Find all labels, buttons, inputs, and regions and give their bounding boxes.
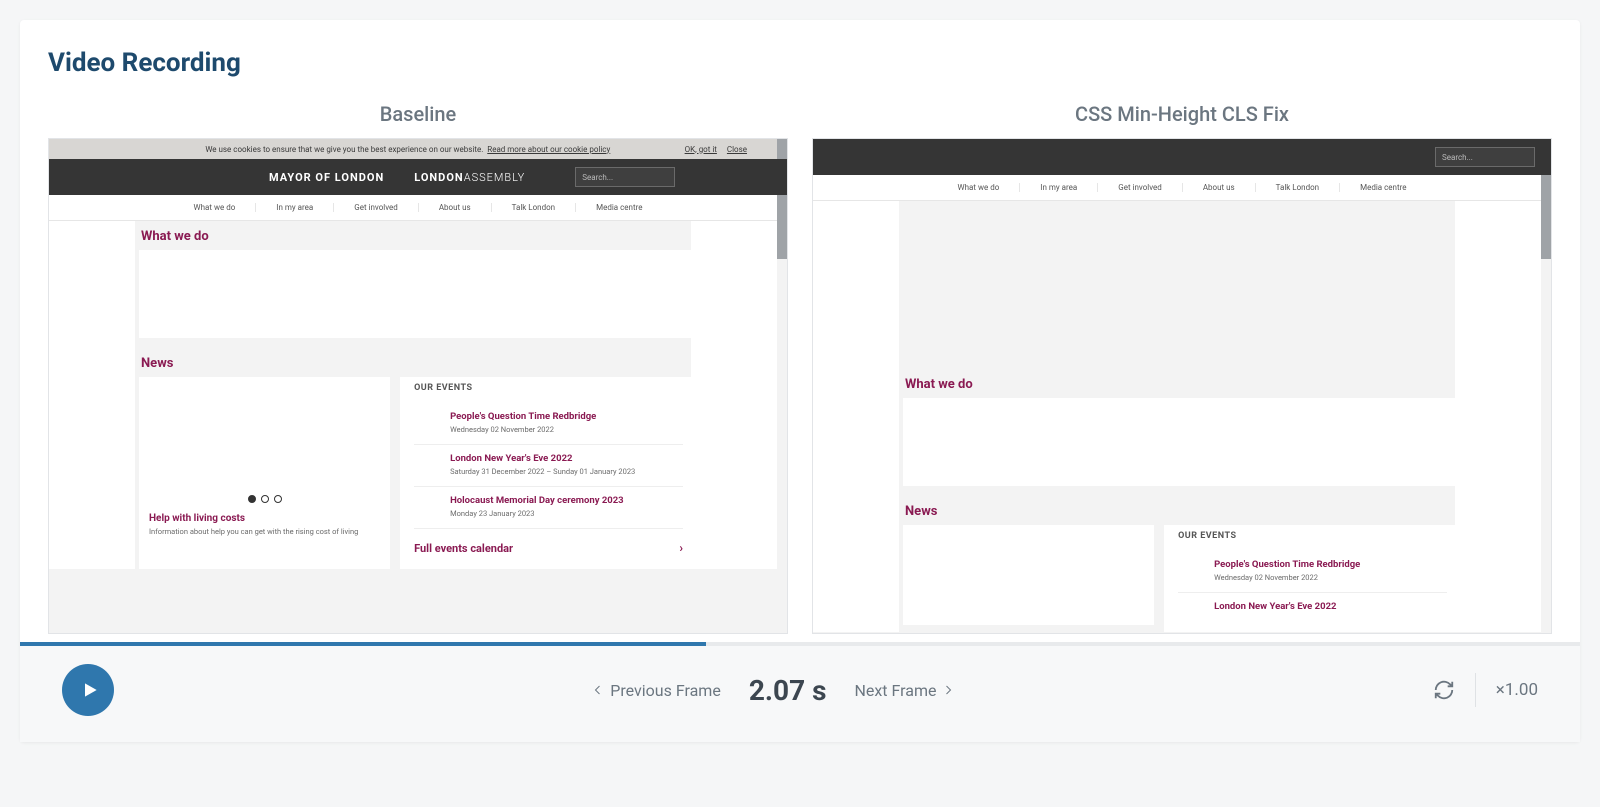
brand-mayor: MAYOR OF LONDON (269, 171, 384, 184)
divider (1475, 673, 1476, 707)
events-heading: OUR EVENTS (414, 383, 683, 393)
progress-fill (20, 642, 706, 646)
baseline-label: Baseline (48, 102, 788, 126)
nav-item: Talk London (491, 203, 575, 212)
event-item: People's Question Time Redbridge Wednesd… (1178, 551, 1447, 593)
event-title: People's Question Time Redbridge (1214, 559, 1447, 570)
sidebar-right (691, 221, 777, 569)
sidebar-right (1455, 201, 1541, 632)
news-card: Help with living costs Information about… (139, 377, 390, 569)
nav-item: Get involved (1097, 183, 1182, 192)
news-title: Help with living costs (149, 513, 380, 524)
site-nav: What we do In my area Get involved About… (813, 175, 1551, 201)
section-what-we-do: What we do (139, 221, 697, 250)
cookie-banner: We use cookies to ensure that we give yo… (49, 139, 787, 159)
events-panel: OUR EVENTS People's Question Time Redbri… (400, 377, 697, 569)
loop-button[interactable] (1433, 679, 1455, 701)
nav-item: Get involved (333, 203, 418, 212)
play-icon (80, 680, 100, 700)
nav-item: What we do (174, 203, 256, 212)
event-title: People's Question Time Redbridge (450, 411, 683, 422)
news-row: Help with living costs Information about… (139, 377, 697, 569)
chevron-right-icon (942, 684, 954, 696)
event-item: People's Question Time Redbridge Wednesd… (414, 403, 683, 445)
baseline-column: Baseline We use cookies to ensure that w… (48, 102, 788, 634)
fix-snapshot: Search... What we do In my area Get invo… (812, 138, 1552, 634)
section-news: News (903, 496, 1461, 525)
event-item: Holocaust Memorial Day ceremony 2023 Mon… (414, 487, 683, 529)
site-nav: What we do In my area Get involved About… (49, 195, 787, 221)
fix-column: CSS Min-Height CLS Fix Search... What we… (812, 102, 1552, 634)
card-title: Video Recording (48, 48, 1552, 78)
chevron-right-icon: › (679, 541, 683, 555)
timestamp: 2.07 s (749, 674, 827, 707)
news-desc: Information about help you can get with … (149, 527, 380, 536)
what-we-do-box (139, 250, 697, 338)
event-title: London New Year's Eve 2022 (1214, 601, 1447, 612)
previous-frame-button[interactable]: Previous Frame (592, 681, 721, 700)
event-date: Wednesday 02 November 2022 (450, 425, 683, 434)
cookie-link: Read more about our cookie policy (487, 145, 610, 154)
section-news: News (139, 348, 697, 377)
comparison-row: Baseline We use cookies to ensure that w… (48, 102, 1552, 634)
nav-item: About us (1182, 183, 1255, 192)
event-title: Holocaust Memorial Day ceremony 2023 (450, 495, 683, 506)
sidebar-left (813, 201, 899, 632)
search-input: Search... (575, 167, 675, 187)
events-panel: OUR EVENTS People's Question Time Redbri… (1164, 525, 1461, 632)
chevron-left-icon (592, 684, 604, 696)
section-what-we-do: What we do (903, 369, 1461, 398)
search-input: Search... (1435, 147, 1535, 167)
carousel-dots (248, 495, 282, 503)
play-button[interactable] (62, 664, 114, 716)
dot (274, 495, 282, 503)
event-title: London New Year's Eve 2022 (450, 453, 683, 464)
event-item: London New Year's Eve 2022 Saturday 31 D… (414, 445, 683, 487)
loop-icon (1433, 679, 1455, 701)
event-item: London New Year's Eve 2022 (1178, 593, 1447, 622)
sidebar-left (49, 221, 135, 569)
site-header: Search... (813, 139, 1551, 175)
cookie-text: We use cookies to ensure that we give yo… (205, 145, 483, 154)
nav-item: What we do (938, 183, 1020, 192)
video-recording-card: Video Recording Baseline We use cookies … (20, 20, 1580, 742)
news-row: OUR EVENTS People's Question Time Redbri… (903, 525, 1461, 632)
fix-label: CSS Min-Height CLS Fix (812, 102, 1552, 126)
news-card (903, 525, 1154, 625)
nav-item: Talk London (1255, 183, 1339, 192)
nav-item: About us (418, 203, 491, 212)
next-frame-button[interactable]: Next Frame (854, 681, 954, 700)
site-body: What we do News Help (49, 221, 787, 569)
cookie-close: Close (727, 145, 747, 154)
full-calendar-link: Full events calendar › (414, 529, 683, 559)
site-body: What we do News OUR EVENTS People's Ques… (813, 201, 1551, 632)
nav-item: Media centre (575, 203, 662, 212)
baseline-snapshot: We use cookies to ensure that we give yo… (48, 138, 788, 634)
nav-item: In my area (1019, 183, 1097, 192)
brand-assembly: LONDONASSEMBLY (414, 171, 525, 184)
cookie-ok: OK, got it (685, 145, 717, 154)
playback-controls: Previous Frame 2.07 s Next Frame ×1.00 (20, 646, 1580, 742)
frame-nav: Previous Frame 2.07 s Next Frame (114, 674, 1433, 707)
dot-active (248, 495, 256, 503)
dot (261, 495, 269, 503)
event-date: Wednesday 02 November 2022 (1214, 573, 1447, 582)
nav-item: Media centre (1339, 183, 1426, 192)
right-controls: ×1.00 (1433, 673, 1538, 707)
progress-bar[interactable] (20, 642, 1580, 646)
what-we-do-box (903, 398, 1461, 486)
events-heading: OUR EVENTS (1178, 531, 1447, 541)
nav-item: In my area (255, 203, 333, 212)
site-header: MAYOR OF LONDON LONDONASSEMBLY Search... (49, 159, 787, 195)
playback-speed[interactable]: ×1.00 (1496, 680, 1538, 700)
event-date: Monday 23 January 2023 (450, 509, 683, 518)
event-date: Saturday 31 December 2022 – Sunday 01 Ja… (450, 467, 683, 476)
